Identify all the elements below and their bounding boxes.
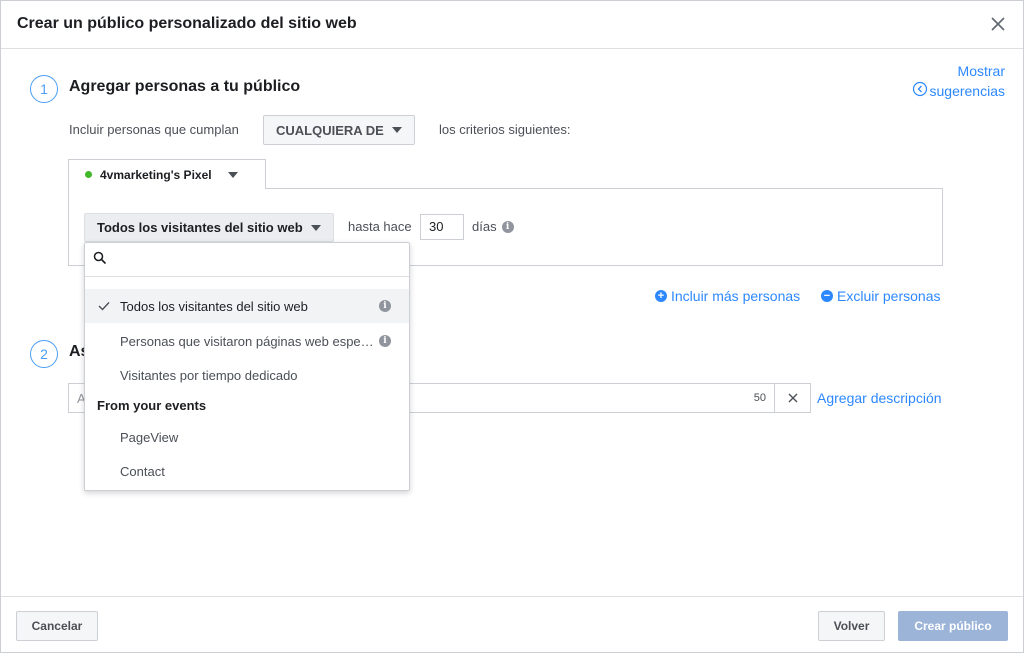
since-label: hasta hace (348, 219, 412, 234)
match-type-dropdown[interactable]: CUALQUIERA DE (263, 115, 415, 145)
menu-item-pageview[interactable]: PageView (85, 420, 409, 454)
retention-days-input[interactable]: 30 (420, 214, 464, 240)
menu-item-label: Todos los visitantes del sitio web (120, 298, 308, 314)
info-icon[interactable]: i (379, 335, 391, 347)
pixel-status-dot (85, 171, 92, 178)
menu-item-all-visitors[interactable]: Todos los visitantes del sitio web i (85, 289, 409, 323)
show-suggestions-line2: sugerencias (929, 83, 1006, 99)
search-icon (93, 251, 107, 268)
criteria-label: los criterios siguientes: (439, 122, 571, 137)
cancel-button[interactable]: Cancelar (16, 611, 98, 641)
include-more-people-link[interactable]: + Incluir más personas (655, 288, 800, 304)
close-icon (788, 393, 797, 403)
rule-type-value: Todos los visitantes del sitio web (97, 220, 303, 235)
menu-item-label: Personas que visitaron páginas web espec… (120, 333, 375, 349)
char-counter: 50 (753, 392, 766, 404)
dialog-title: Crear un público personalizado del sitio… (17, 15, 357, 32)
include-people-label: Incluir personas que cumplan (69, 122, 239, 137)
exclude-label: Excluir personas (837, 288, 941, 304)
dialog-footer: Cancelar Volver Crear público (1, 596, 1023, 652)
menu-item-specific-pages[interactable]: Personas que visitaron páginas web espec… (85, 324, 409, 358)
add-description-link[interactable]: Agregar descripción (817, 390, 942, 406)
menu-search-input[interactable] (113, 252, 393, 267)
info-icon[interactable]: i (501, 220, 514, 233)
show-suggestions-line1: Mostrar (957, 63, 1005, 79)
step-1-title: Agregar personas a tu público (69, 78, 301, 95)
exclude-people-link[interactable]: − Excluir personas (821, 288, 941, 304)
info-icon[interactable]: i (379, 300, 391, 312)
pixel-selector[interactable]: 4vmarketing's Pixel (68, 159, 266, 189)
match-type-value: CUALQUIERA DE (276, 122, 384, 138)
days-label: días (472, 219, 497, 234)
caret-down-icon (227, 171, 238, 178)
check-icon (97, 299, 111, 313)
minus-circle-icon: − (821, 290, 833, 302)
menu-search (85, 243, 409, 277)
menu-item-label: Contact (120, 463, 165, 479)
include-more-label: Incluir más personas (671, 288, 801, 304)
create-audience-button[interactable]: Crear público (898, 611, 1008, 641)
custom-audience-dialog: Crear un público personalizado del sitio… (0, 0, 1024, 653)
menu-item-time-spent[interactable]: Visitantes por tiempo dedicado (85, 358, 409, 392)
show-suggestions-link[interactable]: Mostrar sugerencias (912, 62, 1006, 102)
dialog-header: Crear un público personalizado del sitio… (1, 1, 1023, 49)
days-label-group: días i (472, 219, 514, 234)
rule-type-dropdown[interactable]: Todos los visitantes del sitio web (84, 213, 334, 242)
close-icon[interactable] (987, 13, 1009, 35)
back-button[interactable]: Volver (818, 611, 885, 641)
menu-item-label: PageView (120, 429, 179, 445)
caret-down-icon (310, 224, 321, 231)
plus-circle-icon: + (655, 290, 667, 302)
menu-group-events: From your events (97, 398, 207, 413)
pixel-name: 4vmarketing's Pixel (100, 167, 212, 182)
step-1-indicator: 1 (30, 75, 58, 103)
clear-name-button[interactable] (775, 383, 811, 413)
rule-type-menu: Todos los visitantes del sitio web i Per… (84, 242, 410, 491)
chevron-left-circle-icon (912, 81, 928, 102)
step-2-indicator: 2 (30, 340, 58, 368)
caret-down-icon (391, 127, 402, 133)
menu-item-contact[interactable]: Contact (85, 454, 409, 488)
menu-item-label: Visitantes por tiempo dedicado (120, 367, 298, 383)
